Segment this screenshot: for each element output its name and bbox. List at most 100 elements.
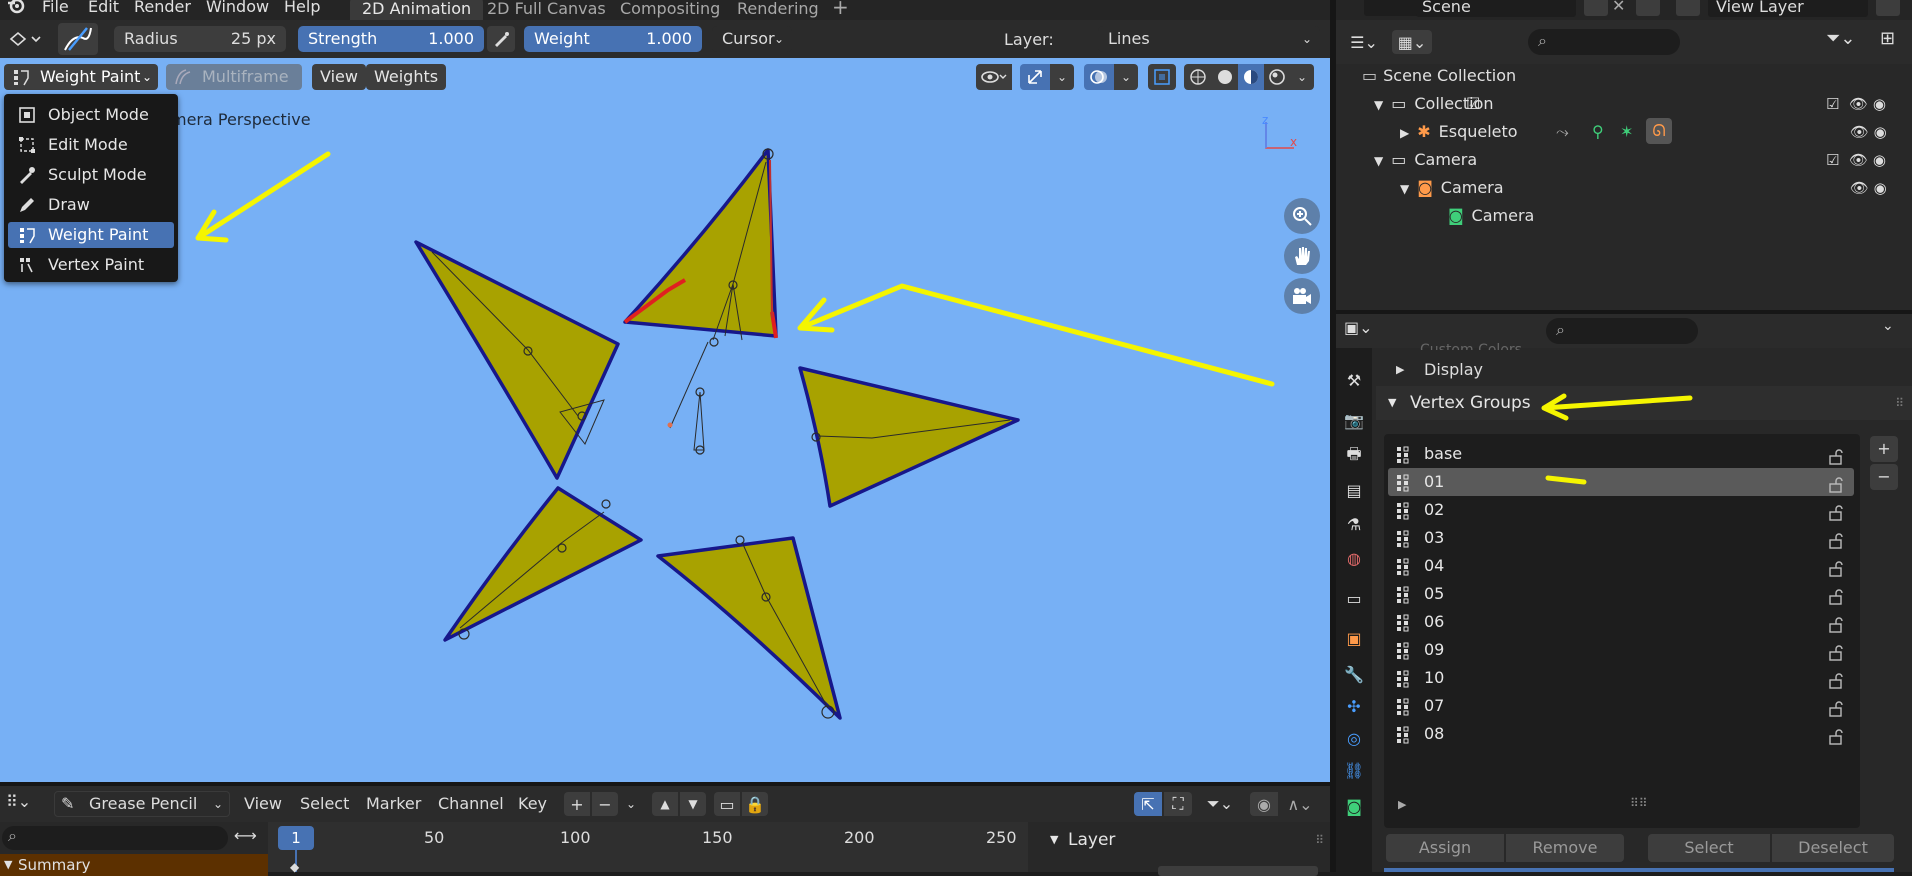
filter-icon[interactable]: ⏷⌄ [1200, 792, 1240, 816]
camera-view-icon[interactable] [1284, 278, 1320, 314]
unlock-icon[interactable] [1828, 474, 1844, 493]
wireframe-shading-icon[interactable] [1184, 64, 1212, 90]
chevron-down-icon[interactable]: ⌄ [1882, 318, 1894, 334]
modifier-icon[interactable]: ᘏ [1646, 118, 1672, 144]
lock-icon[interactable]: 🔒 [742, 792, 768, 816]
checkbox-icon[interactable]: ☑ [1826, 151, 1839, 169]
menu-window[interactable]: Window [206, 0, 269, 16]
gizmo-toggle-icon[interactable] [1020, 64, 1050, 90]
filter-icon[interactable]: ⏷⌄ [1826, 28, 1855, 49]
data-tab-icon[interactable]: ◙ [1342, 794, 1366, 818]
menu-item-vertex-paint[interactable]: Vertex Paint [8, 252, 174, 278]
strength-field[interactable]: Strength 1.000 [298, 26, 484, 52]
move-up-icon[interactable]: ▲ [652, 792, 678, 816]
remove-scene-icon[interactable]: ✕ [1612, 0, 1625, 15]
hand-pan-icon[interactable] [1284, 238, 1320, 274]
menu-file[interactable]: File [42, 0, 69, 16]
chevron-down-icon[interactable]: ⌄ [1114, 64, 1138, 90]
outliner-esqueleto[interactable]: ▶ ✱ Esqueleto [1400, 118, 1518, 146]
eye-icon[interactable]: 👁 [1850, 123, 1869, 141]
display-icon[interactable]: ▭ [714, 792, 740, 816]
remove-vertex-group-button[interactable]: − [1870, 464, 1898, 490]
falloff-dropdown[interactable]: Cursor ⌄ [712, 26, 792, 52]
object-tab-icon[interactable]: ▣ [1342, 626, 1366, 650]
blender-logo-icon[interactable] [6, 0, 26, 16]
select-button[interactable]: Select [1648, 834, 1770, 862]
outliner-editor-icon[interactable]: ☰⌄ [1344, 30, 1384, 54]
collection-tab-icon[interactable]: ▭ [1342, 586, 1366, 610]
expand-arrow-icon[interactable]: ▼ [1374, 154, 1383, 168]
view-layer-field[interactable]: View Layer [1708, 0, 1868, 17]
menu-item-draw[interactable]: Draw [8, 192, 174, 218]
menu-render[interactable]: Render [134, 0, 191, 16]
unlock-icon[interactable] [1828, 586, 1844, 605]
area-divider[interactable] [1330, 0, 1336, 872]
overlays-icon[interactable] [1084, 64, 1114, 90]
add-workspace-button[interactable]: + [832, 0, 849, 19]
menu-item-weight-paint[interactable]: Weight Paint [8, 222, 174, 248]
checkbox-icon[interactable]: ☑ [1466, 90, 1480, 118]
tab-compositing[interactable]: Compositing [608, 0, 732, 20]
outliner-camera-collection[interactable]: ▼ ▭ Camera [1374, 146, 1477, 174]
3d-viewport[interactable]: z x Camera Perspective [0, 58, 1330, 782]
dopesheet-editor-icon[interactable]: ⠿⌄ [6, 792, 31, 811]
menu-item-object-mode[interactable]: Object Mode [8, 102, 174, 128]
outliner-search-input[interactable]: ⌕ [1528, 29, 1680, 55]
checkbox-icon[interactable]: ☑ [1826, 95, 1839, 113]
eye-icon[interactable]: 👁 [1849, 95, 1868, 113]
vertex-group-row[interactable]: 10 [1388, 664, 1854, 692]
drag-handle-icon[interactable]: ⠿ [1895, 386, 1904, 420]
material-shading-icon[interactable] [1238, 64, 1264, 90]
pin-scene-icon[interactable] [1636, 0, 1660, 16]
particles-tab-icon[interactable]: ✣ [1342, 694, 1366, 718]
camera-render-icon[interactable]: ◉ [1874, 179, 1887, 197]
zoom-icon[interactable] [1284, 198, 1320, 234]
area-divider[interactable] [0, 782, 1330, 786]
move-down-icon[interactable]: ▼ [680, 792, 706, 816]
menu-edit[interactable]: Edit [88, 0, 119, 16]
expand-arrow-icon[interactable]: ▼ [1374, 98, 1383, 112]
chevron-down-icon[interactable]: ⌄ [1290, 64, 1314, 90]
camera-render-icon[interactable]: ◉ [1873, 95, 1886, 113]
new-scene-icon[interactable] [1584, 0, 1608, 16]
unlock-icon[interactable] [1828, 446, 1844, 465]
add-vertex-group-button[interactable]: + [1870, 436, 1898, 462]
dopesheet-channel-menu[interactable]: Channel [438, 794, 504, 813]
properties-search-input[interactable]: ⌕ [1546, 318, 1698, 344]
unlock-icon[interactable] [1828, 698, 1844, 717]
unlock-icon[interactable] [1828, 642, 1844, 661]
render-tab-icon[interactable]: 📷 [1342, 408, 1366, 432]
chevron-down-icon[interactable]: ⌄ [1050, 64, 1074, 90]
vertex-group-row[interactable]: 08 [1388, 720, 1854, 748]
only-selected-icon[interactable]: ⇱ [1134, 792, 1162, 816]
expand-arrow-icon[interactable]: ▼ [1400, 182, 1409, 196]
unlock-icon[interactable] [1828, 726, 1844, 745]
vertex-group-row[interactable]: 07 [1388, 692, 1854, 720]
add-layer-icon[interactable]: + [564, 792, 590, 816]
editor-type-icon[interactable] [6, 27, 44, 51]
dopesheet-select-menu[interactable]: Select [300, 794, 349, 813]
layer-dropdown[interactable]: Lines ⌄ [1098, 26, 1320, 52]
view-layer-icon[interactable] [1676, 0, 1700, 16]
dopesheet-mode-dropdown[interactable]: ✎ Grease Pencil ⌄ [54, 791, 230, 817]
tool-tab-icon[interactable]: ⚒ [1342, 368, 1366, 392]
show-errors-icon[interactable]: ⛶ [1164, 792, 1192, 816]
scene-tab-icon[interactable]: ⚗ [1342, 512, 1366, 536]
vertex-group-row[interactable]: 03 [1388, 524, 1854, 552]
chevron-down-icon[interactable]: ⌄ [620, 792, 642, 816]
expand-arrow-icon[interactable]: ▶ [1400, 126, 1409, 140]
properties-editor-icon[interactable]: ▣⌄ [1344, 318, 1373, 337]
eye-icon[interactable]: 👁 [1849, 151, 1868, 169]
vertex-group-row[interactable]: 04 [1388, 552, 1854, 580]
vertex-group-row[interactable]: 02 [1388, 496, 1854, 524]
deselect-button[interactable]: Deselect [1772, 834, 1894, 862]
rendered-shading-icon[interactable] [1264, 64, 1290, 90]
camera-render-icon[interactable]: ◉ [1874, 123, 1887, 141]
menu-item-edit-mode[interactable]: Edit Mode [8, 132, 174, 158]
menu-item-sculpt-mode[interactable]: Sculpt Mode [8, 162, 174, 188]
falloff-curve-icon[interactable]: ∧⌄ [1280, 792, 1320, 816]
assign-button[interactable]: Assign [1386, 834, 1504, 862]
view-layer-tab-icon[interactable]: ▤ [1342, 478, 1366, 502]
tab-rendering[interactable]: Rendering [725, 0, 831, 20]
unlock-icon[interactable] [1828, 614, 1844, 633]
